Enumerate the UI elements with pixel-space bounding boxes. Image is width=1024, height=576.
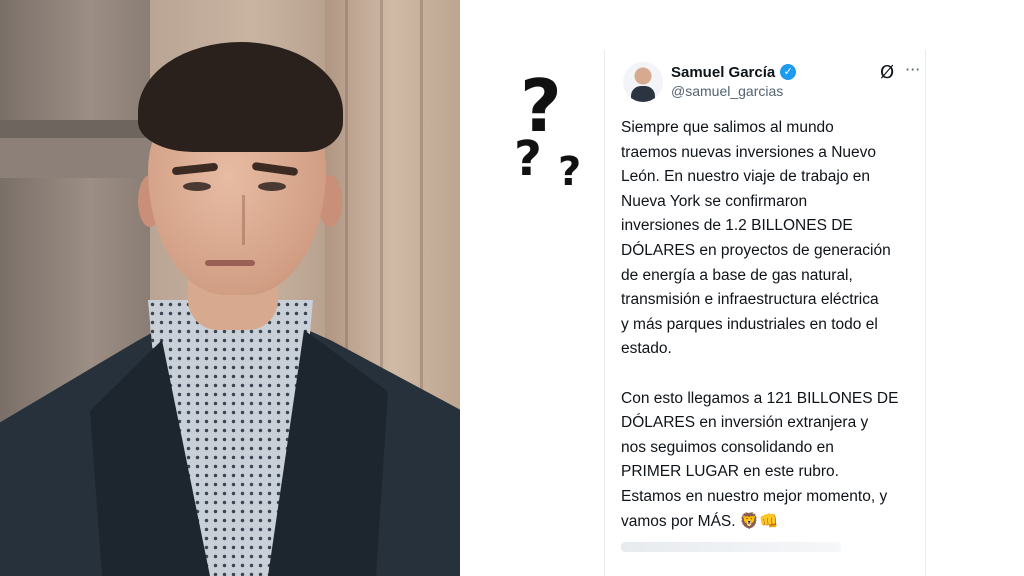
tweet-text: Siempre que salimos al mundo traemos nue… (621, 119, 899, 530)
avatar[interactable] (623, 62, 663, 102)
author-name[interactable]: Samuel García (671, 64, 775, 81)
tweet-card: Samuel García ✓ @samuel_garcias Ø ··· Si… (604, 50, 926, 576)
verified-badge-icon: ✓ (780, 64, 797, 80)
hair (138, 42, 343, 152)
eye-left (183, 182, 211, 191)
question-mark-icon: ? (558, 149, 582, 195)
eye-right (258, 182, 286, 191)
building-ledge-base (0, 138, 160, 178)
tweet-timestamp-faded (621, 542, 841, 552)
grok-icon[interactable]: Ø (880, 62, 894, 83)
portrait-photo (0, 0, 460, 576)
question-mark-icon: ? (514, 131, 542, 187)
mouth (205, 260, 255, 266)
tweet-author: Samuel García ✓ (671, 62, 797, 82)
nose (224, 195, 245, 245)
building-ledge (0, 120, 160, 138)
author-handle[interactable]: @samuel_garcias (671, 83, 783, 99)
more-options-icon[interactable]: ··· (905, 60, 920, 79)
